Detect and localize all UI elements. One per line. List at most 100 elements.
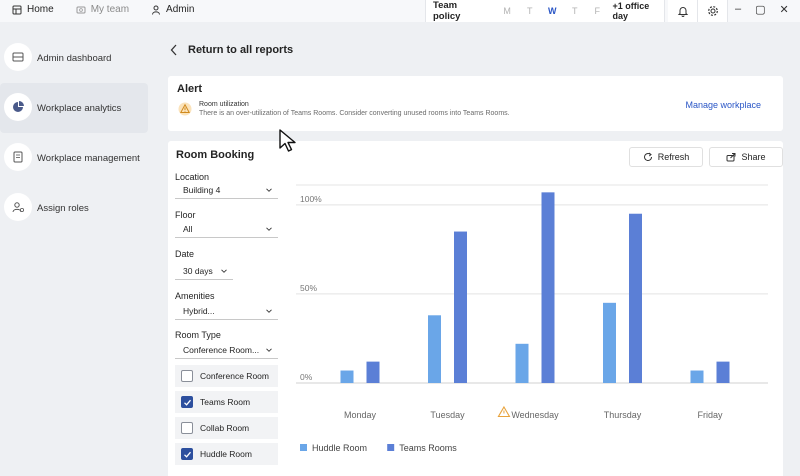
room-type-label: Room Type <box>175 330 221 340</box>
location-value: Building 4 <box>183 185 221 195</box>
nav-admin-label: Admin <box>166 4 195 15</box>
room-type-select[interactable]: Conference Room... <box>175 342 278 359</box>
refresh-icon <box>643 152 652 162</box>
location-label: Location <box>175 172 210 182</box>
chevron-down-icon <box>221 269 227 273</box>
location-select[interactable]: Building 4 <box>175 182 278 199</box>
warning-icon <box>178 102 192 116</box>
bar-huddle-room <box>340 370 354 383</box>
checkbox-box[interactable] <box>181 370 193 382</box>
floor-value: All <box>183 224 193 234</box>
y-tick-label: 0% <box>300 372 313 382</box>
checkbox-box[interactable] <box>181 396 193 408</box>
day-monday[interactable]: M <box>496 6 519 16</box>
nav-admin[interactable]: Admin <box>151 4 194 15</box>
chevron-left-icon <box>170 44 177 56</box>
checkbox-box[interactable] <box>181 422 193 434</box>
checkbox-conference-room[interactable]: Conference Room <box>175 365 278 387</box>
sidebar-item-label: Workplace analytics <box>37 102 122 114</box>
nav-my-team[interactable]: My team <box>76 4 129 15</box>
floor-select[interactable]: All <box>175 221 278 238</box>
date-value: 30 days <box>183 266 213 276</box>
bar-teams-rooms <box>716 361 730 383</box>
refresh-label: Refresh <box>657 152 690 162</box>
day-thursday[interactable]: T <box>563 6 586 16</box>
sidebar-item-label: Assign roles <box>37 202 89 214</box>
gear-icon <box>707 6 718 16</box>
return-label: Return to all reports <box>188 44 294 56</box>
share-label: Share <box>741 152 766 162</box>
floor-label: Floor <box>175 210 196 220</box>
bar-huddle-room <box>428 315 441 383</box>
day-wednesday[interactable]: W <box>541 6 564 16</box>
sidebar-item-admin-dashboard[interactable]: Admin dashboard <box>0 33 150 83</box>
bell-icon <box>677 7 688 17</box>
settings-button[interactable] <box>698 0 728 22</box>
notifications-button[interactable] <box>668 0 698 22</box>
day-friday[interactable]: F <box>586 6 609 16</box>
team-icon <box>76 6 86 13</box>
document-icon <box>4 143 32 171</box>
sidebar-item-workplace-management[interactable]: Workplace management <box>0 133 150 183</box>
checkbox-label: Collab Room <box>200 423 250 433</box>
bar-huddle-room <box>603 302 616 383</box>
maximize-icon[interactable]: ▢ <box>755 3 765 16</box>
sidebar: Admin dashboard Workplace analytics Work… <box>0 33 150 233</box>
window-controls: – ▢ ✕ <box>735 3 789 16</box>
legend-swatch <box>300 444 307 451</box>
x-tick-label: Tuesday <box>430 410 465 420</box>
legend-label: Teams Rooms <box>399 443 457 453</box>
chevron-down-icon <box>266 227 272 231</box>
checkbox-huddle-room[interactable]: Huddle Room <box>175 443 278 465</box>
x-tick-label: Thursday <box>604 410 642 420</box>
top-bar: Home My team Admin Team policy M T W T F… <box>0 0 800 22</box>
checkbox-teams-room[interactable]: Teams Room <box>175 391 278 413</box>
admin-person-icon <box>152 5 161 15</box>
chevron-down-icon <box>266 188 272 192</box>
x-tick-label: Wednesday <box>511 410 559 420</box>
date-select[interactable]: 30 days <box>175 263 233 280</box>
bar-teams-rooms <box>454 231 467 383</box>
close-icon[interactable]: ✕ <box>780 3 789 16</box>
amenities-select[interactable]: Hybrid... <box>175 303 278 320</box>
room-booking-title: Room Booking <box>176 149 255 161</box>
return-to-reports-link[interactable]: Return to all reports <box>170 44 293 56</box>
share-icon <box>726 153 736 162</box>
home-icon <box>12 5 22 14</box>
sidebar-item-assign-roles[interactable]: Assign roles <box>0 183 150 233</box>
mouse-cursor-icon <box>279 129 296 152</box>
refresh-button[interactable]: Refresh <box>629 147 703 167</box>
alert-message: There is an over-utilization of Teams Ro… <box>199 110 510 117</box>
top-icons <box>668 0 728 22</box>
x-tick-label: Friday <box>697 410 723 420</box>
x-tick-label: Monday <box>344 410 377 420</box>
alert-heading: Alert <box>177 83 203 95</box>
bar-huddle-room <box>690 370 704 383</box>
bar-teams-rooms <box>541 192 555 383</box>
sidebar-item-label: Workplace management <box>37 152 140 164</box>
alert-card: Alert Room utilization There is an over-… <box>168 76 783 131</box>
checkbox-label: Huddle Room <box>200 449 252 459</box>
amenities-label: Amenities <box>175 291 215 301</box>
room-type-value: Conference Room... <box>183 345 260 355</box>
minimize-icon[interactable]: – <box>735 3 741 16</box>
checkbox-box[interactable] <box>181 448 193 460</box>
manage-workplace-link[interactable]: Manage workplace <box>685 100 761 110</box>
checkmark-icon <box>183 399 191 406</box>
share-button[interactable]: Share <box>709 147 783 167</box>
checkbox-label: Conference Room <box>200 371 269 381</box>
bar-teams-rooms <box>366 361 380 383</box>
date-label: Date <box>175 249 195 259</box>
room-booking-card: Room Booking Refresh Share Location Buil… <box>168 141 783 476</box>
sidebar-item-workplace-analytics[interactable]: Workplace analytics <box>0 83 148 133</box>
nav-home[interactable]: Home <box>12 4 54 15</box>
checkbox-label: Teams Room <box>200 397 251 407</box>
checkbox-collab-room[interactable]: Collab Room <box>175 417 278 439</box>
nav-home-label: Home <box>27 4 54 15</box>
chevron-down-icon <box>266 348 272 352</box>
extra-office-day: +1 office day <box>612 1 650 21</box>
room-booking-chart: 0% 50% 100% Monday Tuesday Wednesday Thursday F… <box>296 184 768 453</box>
alert-title: Room utilization <box>199 101 249 108</box>
day-tuesday[interactable]: T <box>518 6 541 16</box>
legend-label: Huddle Room <box>312 443 367 453</box>
